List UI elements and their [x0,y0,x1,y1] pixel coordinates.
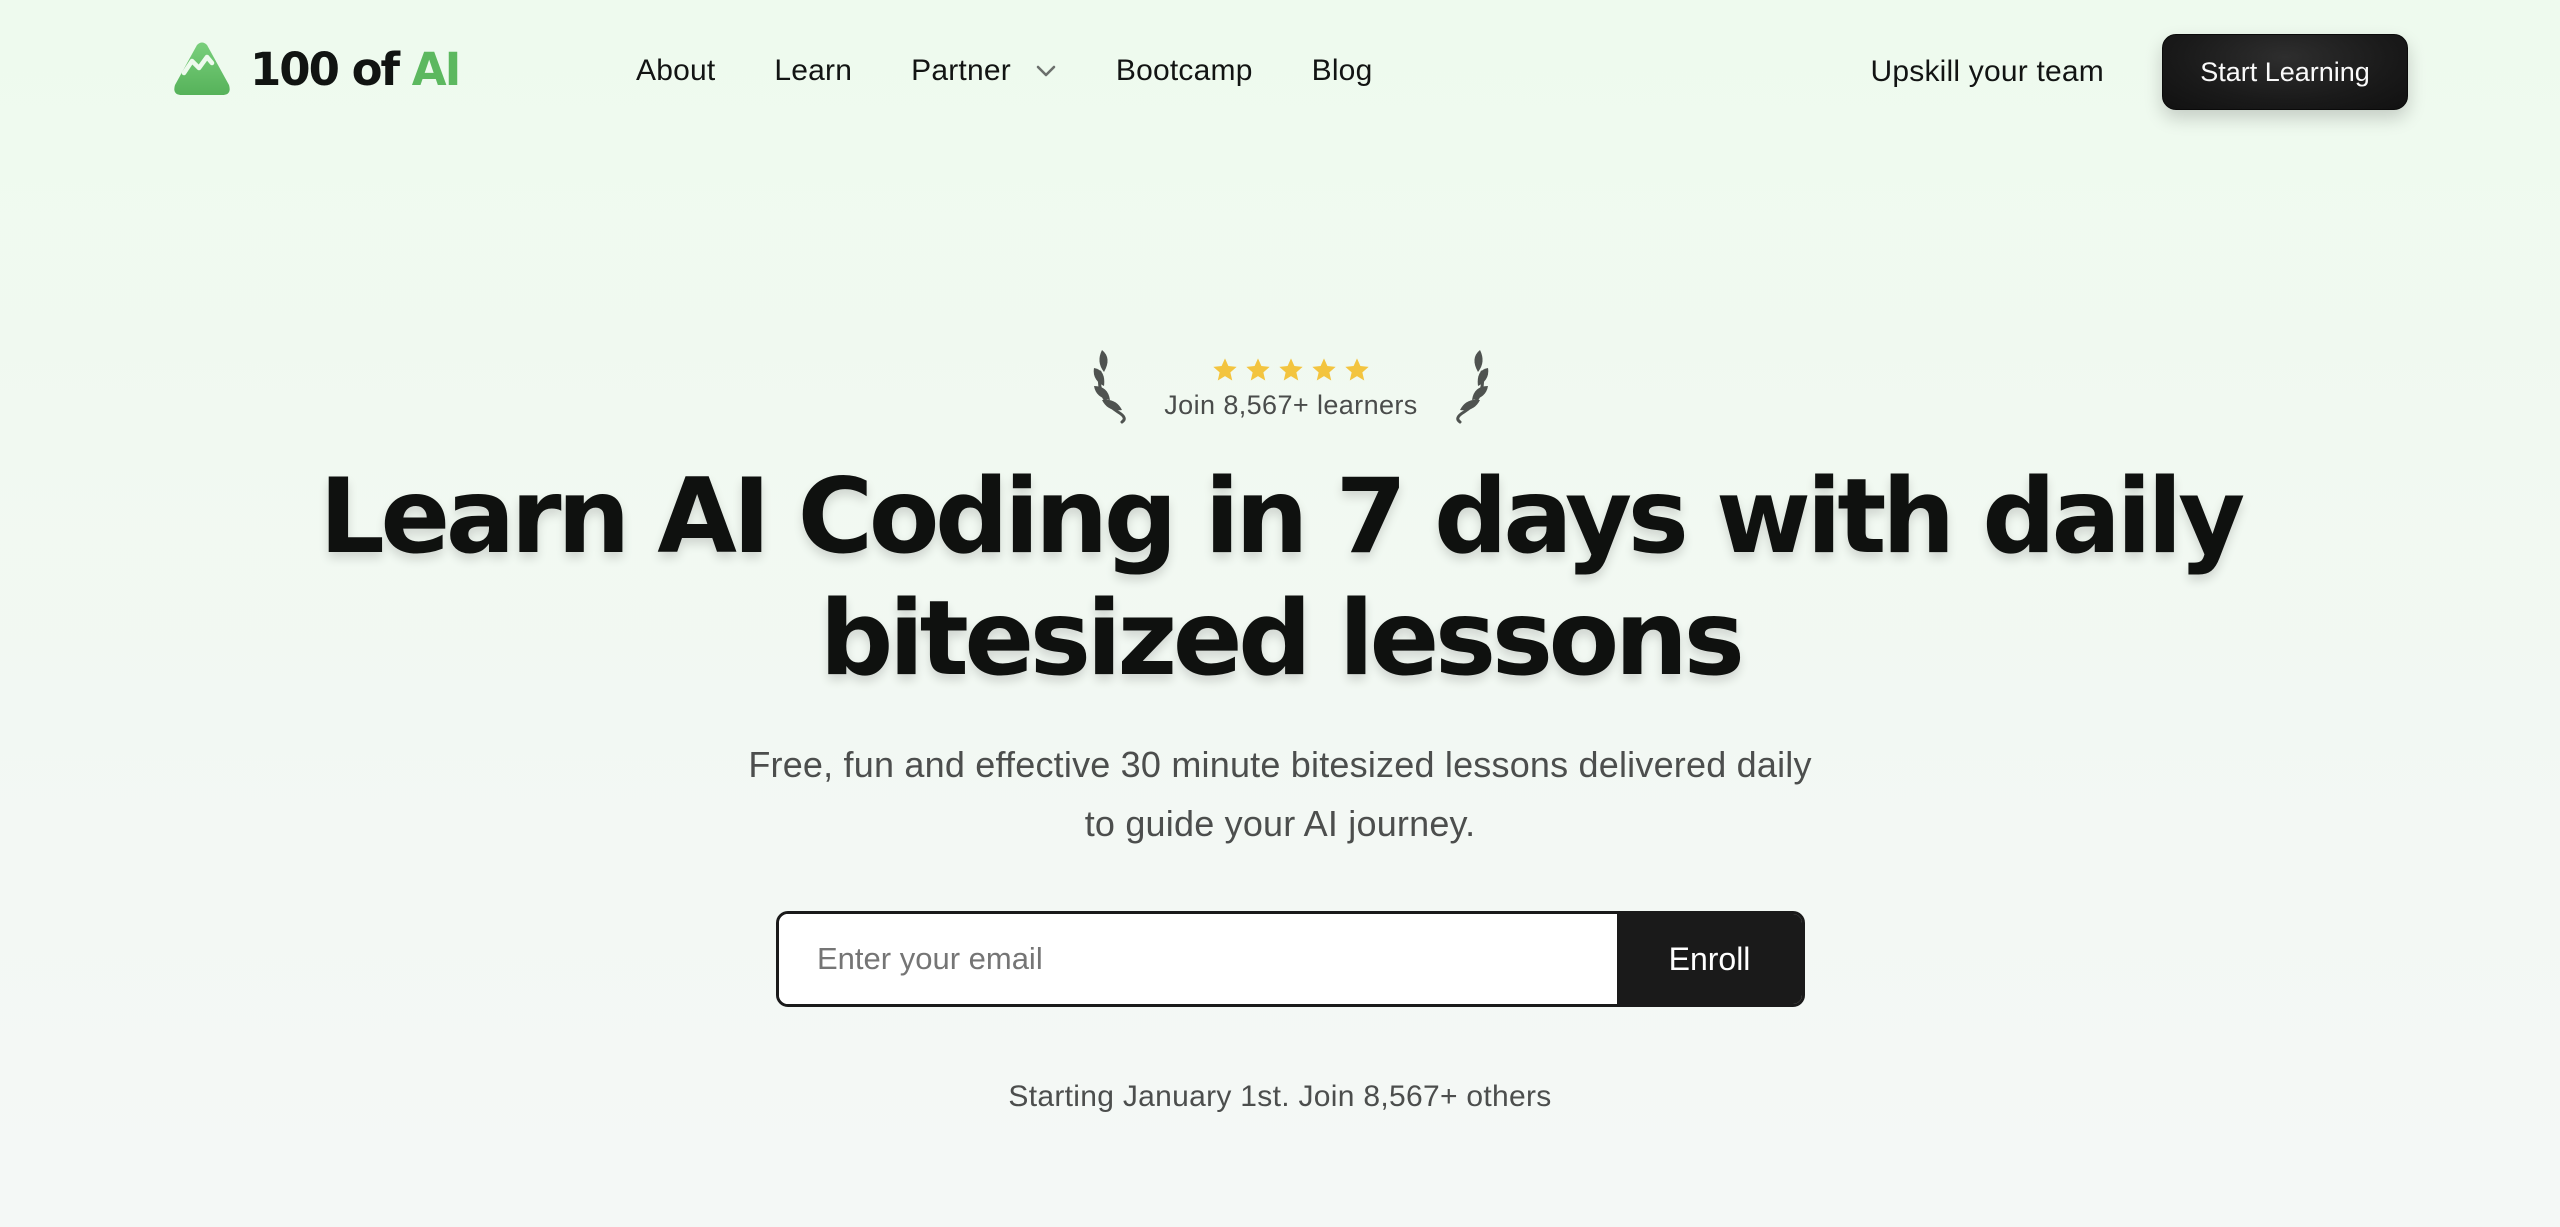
brand-name: 100 of AI [250,42,462,96]
upskill-team-link[interactable]: Upskill your team [1871,55,2104,89]
star-icon [1279,358,1303,381]
mountain-icon [174,42,230,95]
logo-link[interactable]: 100 of AI [172,38,462,100]
subtitle-line-2: to guide your AI journey. [1084,803,1476,844]
subtitle-line-1: Free, fun and effective 30 minute bitesi… [748,744,1812,785]
nav-blog[interactable]: Blog [1312,54,1373,88]
headline-line-1: Learn AI Coding in 7 days with daily [319,457,2245,577]
enroll-form: Enroll [776,911,1805,1007]
email-input[interactable] [779,914,1617,1004]
star-icon [1345,358,1369,381]
start-date-note: Starting January 1st. Join 8,567+ others [1008,1080,1552,1113]
nav-about[interactable]: About [636,54,715,88]
nav-about-label: About [636,54,716,87]
nav-bootcamp[interactable]: Bootcamp [1116,54,1253,88]
brand-name-prefix: 100 of [250,42,412,96]
chevron-down-icon [1036,65,1056,77]
learner-count-text: Join 8,567+ learners [1164,390,1418,420]
nav-partner-label: Partner [911,54,1011,87]
star-icon [1213,358,1237,381]
headline-line-2: bitesized lessons [819,579,1745,699]
hero-subtitle: Free, fun and effective 30 minute bitesi… [0,735,2560,853]
nav-learn-label: Learn [774,54,853,87]
nav-partner-dropdown[interactable]: Partner [911,54,1057,88]
top-navigation: 100 of AI About Learn Partner Bootcamp B… [0,0,2560,142]
hero-headline: Learn AI Coding in 7 days with daily bit… [0,456,2560,700]
laurel-right-icon [1456,350,1489,424]
brand-name-accent: AI [411,42,462,96]
star-icon [1312,358,1336,381]
star-rating [1211,356,1371,386]
enroll-button[interactable]: Enroll [1617,914,1802,1004]
nav-blog-label: Blog [1311,54,1373,87]
nav-bootcamp-label: Bootcamp [1115,54,1253,87]
main-menu: About Learn Partner Bootcamp Blog [636,46,1431,96]
nav-actions: Upskill your team Start Learning [1871,34,2408,110]
nav-learn[interactable]: Learn [774,54,852,88]
start-learning-button[interactable]: Start Learning [2162,34,2408,110]
star-icon [1246,358,1270,381]
rating-badge: Join 8,567+ learners [1088,346,1494,426]
